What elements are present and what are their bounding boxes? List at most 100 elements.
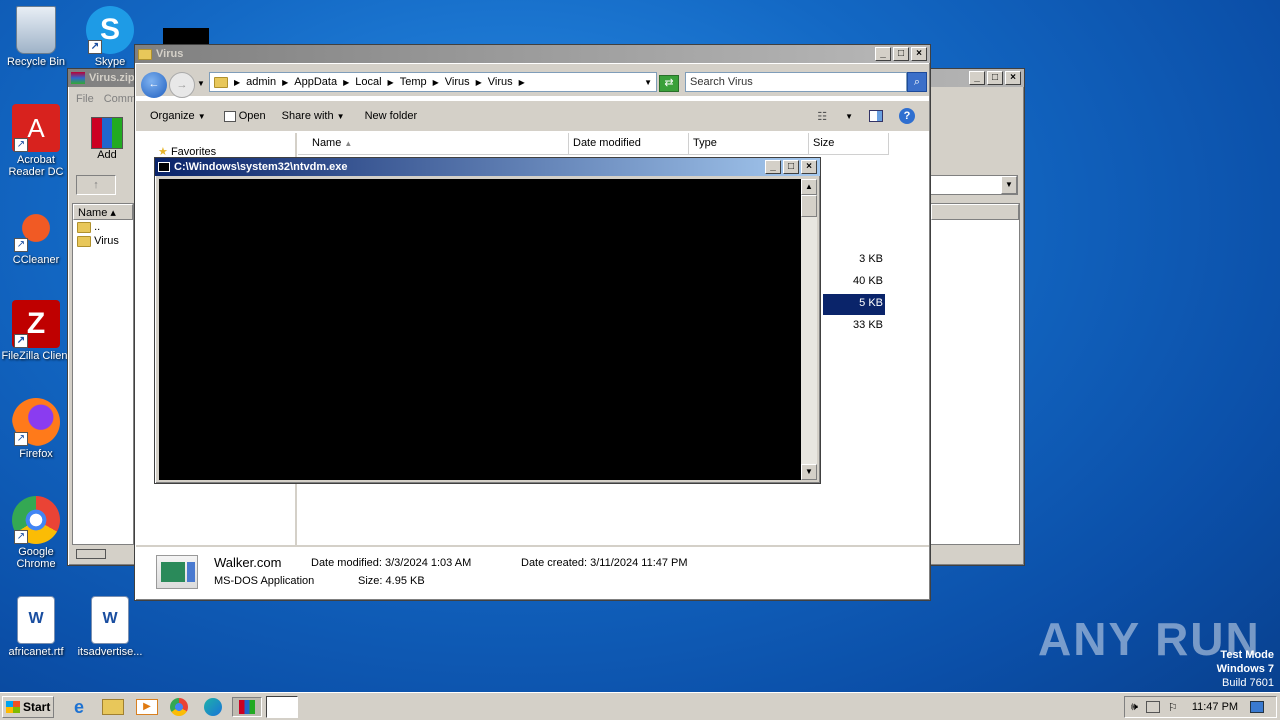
- open-button[interactable]: Open: [223, 110, 266, 122]
- list-item[interactable]: ..: [73, 220, 133, 234]
- firefox-icon: ↗: [12, 398, 60, 446]
- file-size-cell[interactable]: 40 KB: [823, 275, 883, 287]
- file-thumbnail-icon: [156, 555, 198, 589]
- search-input[interactable]: Search Virus: [685, 72, 907, 92]
- winrar-taskbar-icon[interactable]: [232, 697, 262, 717]
- network-icon[interactable]: [1145, 701, 1160, 713]
- file-size-cell[interactable]: 33 KB: [823, 319, 883, 331]
- details-date-modified: 3/3/2024 1:03 AM: [385, 557, 472, 569]
- share-with-button[interactable]: Share with ▼: [282, 110, 345, 122]
- test-mode-text: Test Mode: [1220, 649, 1274, 661]
- file-explorer-icon[interactable]: [102, 699, 124, 715]
- scroll-thumb[interactable]: [801, 195, 817, 217]
- desktop-icon-africanet[interactable]: W africanet.rtf: [0, 596, 72, 658]
- refresh-icon: ⇄: [664, 77, 674, 89]
- desktop-icon-recycle-bin[interactable]: Recycle Bin: [0, 6, 72, 68]
- new-folder-button[interactable]: New folder: [365, 110, 418, 122]
- address-bar[interactable]: ▶ admin ▶ AppData ▶ Local ▶ Temp ▶ Virus ▶ Vir…: [209, 72, 657, 92]
- chrome-icon[interactable]: [170, 698, 188, 716]
- menu-file[interactable]: File: [76, 93, 94, 105]
- minimize-button[interactable]: _: [969, 71, 985, 85]
- desktop-icon-label: Firefox: [19, 448, 53, 460]
- action-center-flag-icon[interactable]: ⚐: [1168, 701, 1178, 714]
- explorer-title: Virus: [156, 48, 184, 60]
- maximize-button[interactable]: □: [987, 71, 1003, 85]
- breadcrumb-virus[interactable]: Virus: [445, 76, 470, 88]
- winrar-up-button[interactable]: ↑: [76, 175, 116, 195]
- desktop-icon-itsadvertise[interactable]: W itsadvertise...: [74, 596, 146, 658]
- column-name[interactable]: Name ▲: [298, 133, 569, 155]
- explorer-titlebar[interactable]: Virus _ □ ×: [135, 45, 930, 63]
- breadcrumb-admin[interactable]: admin: [246, 76, 276, 88]
- history-dropdown[interactable]: ▼: [197, 79, 205, 88]
- desktop-icon-chrome[interactable]: ↗ Google Chrome: [0, 496, 72, 570]
- word-document-icon: W: [91, 596, 129, 644]
- breadcrumb-appdata[interactable]: AppData: [294, 76, 337, 88]
- maximize-button[interactable]: □: [783, 160, 799, 174]
- search-button[interactable]: ⌕: [907, 72, 927, 92]
- winrar-list-right: [930, 203, 1020, 545]
- edge-icon[interactable]: [204, 698, 222, 716]
- taskbar: Start e ▶ 🕪 ⚐ 11:47 PM: [0, 692, 1280, 720]
- preview-pane-icon[interactable]: [869, 110, 883, 122]
- shortcut-arrow-icon: ↗: [14, 138, 28, 152]
- forward-button[interactable]: →: [169, 72, 195, 98]
- skype-icon: S ↗: [86, 6, 134, 54]
- help-icon[interactable]: ?: [899, 108, 915, 124]
- column-size[interactable]: Size: [809, 133, 889, 155]
- view-options-icon[interactable]: ☷: [817, 110, 827, 123]
- search-placeholder: Search Virus: [690, 76, 753, 88]
- desktop-icon-ccleaner[interactable]: ↗ CCleaner: [0, 204, 72, 266]
- recycle-bin-icon: [16, 6, 56, 54]
- address-dropdown-icon[interactable]: ▼: [644, 78, 652, 87]
- desktop-icon-label: Recycle Bin: [6, 56, 66, 68]
- folder-icon: [77, 235, 91, 247]
- winrar-path-combo[interactable]: ▼: [930, 175, 1018, 195]
- maximize-button[interactable]: □: [893, 47, 909, 61]
- close-button[interactable]: ×: [1005, 71, 1021, 85]
- windows-logo-icon: [6, 701, 20, 713]
- back-button[interactable]: ←: [141, 72, 167, 98]
- details-date-modified-label: Date modified:: [311, 557, 382, 569]
- close-button[interactable]: ×: [911, 47, 927, 61]
- organize-button[interactable]: Organize ▼: [150, 110, 206, 122]
- console-window[interactable]: C:\Windows\system32\ntvdm.exe _ □ × ▲ ▼: [154, 157, 821, 484]
- file-size-cell[interactable]: 3 KB: [823, 253, 883, 265]
- menu-commands[interactable]: Comm: [104, 93, 136, 105]
- list-item[interactable]: Virus: [73, 234, 133, 248]
- winrar-col-name[interactable]: Name ▴: [73, 204, 133, 220]
- file-size-cell[interactable]: 5 KB: [823, 297, 883, 309]
- clock[interactable]: 11:47 PM: [1192, 701, 1238, 713]
- winrar-add-button[interactable]: Add: [88, 117, 126, 161]
- column-date-modified[interactable]: Date modified: [569, 133, 689, 155]
- command-bar: Organize ▼ Open Share with ▼ New folder …: [136, 101, 929, 131]
- scroll-up-button[interactable]: ▲: [801, 179, 817, 195]
- close-button[interactable]: ×: [801, 160, 817, 174]
- ie-icon[interactable]: e: [68, 697, 90, 717]
- media-player-icon[interactable]: ▶: [136, 699, 158, 715]
- details-size: 4.95 KB: [385, 575, 425, 587]
- desktop-icon-acrobat[interactable]: A ↗ Acrobat Reader DC: [0, 104, 72, 178]
- minimize-button[interactable]: _: [765, 160, 781, 174]
- breadcrumb-local[interactable]: Local: [355, 76, 381, 88]
- console-titlebar[interactable]: C:\Windows\system32\ntvdm.exe _ □ ×: [155, 158, 820, 176]
- console-taskbar-button[interactable]: [266, 696, 298, 718]
- scroll-down-button[interactable]: ▼: [801, 464, 817, 480]
- breadcrumb-virus-2[interactable]: Virus: [488, 76, 513, 88]
- breadcrumb-temp[interactable]: Temp: [400, 76, 427, 88]
- refresh-button[interactable]: ⇄: [659, 75, 679, 92]
- show-desktop-icon[interactable]: [1250, 701, 1265, 713]
- desktop-icon-label: Acrobat Reader DC: [8, 154, 64, 178]
- winrar-title: Virus.zip: [89, 72, 135, 84]
- minimize-button[interactable]: _: [875, 47, 891, 61]
- desktop-icon-filezilla[interactable]: Z ↗ FileZilla Client: [0, 300, 72, 362]
- start-button[interactable]: Start: [2, 696, 54, 718]
- console-scrollbar[interactable]: ▲ ▼: [801, 179, 817, 480]
- column-type[interactable]: Type: [689, 133, 809, 155]
- volume-icon[interactable]: 🕪: [1131, 701, 1138, 714]
- chevron-down-icon[interactable]: ▼: [1001, 176, 1017, 194]
- console-output-area[interactable]: [159, 179, 801, 480]
- chevron-down-icon[interactable]: ▼: [845, 112, 853, 121]
- winrar-file-list[interactable]: Name ▴ .. Virus: [72, 203, 134, 545]
- desktop-icon-firefox[interactable]: ↗ Firefox: [0, 398, 72, 460]
